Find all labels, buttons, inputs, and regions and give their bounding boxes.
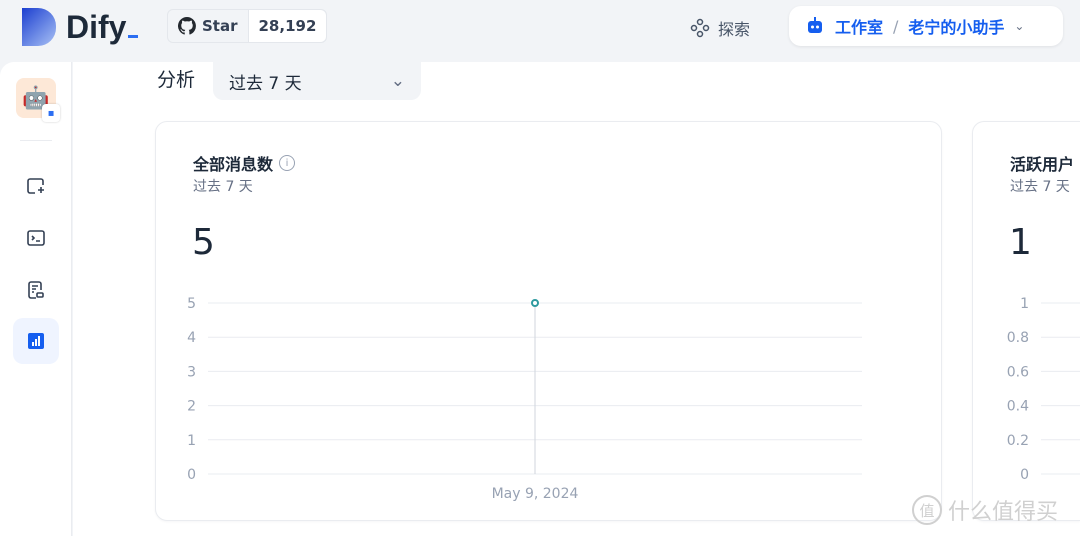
- dify-logo[interactable]: Dify: [22, 8, 139, 46]
- period-value: 过去 7 天: [229, 73, 302, 94]
- workspace-label: 工作室: [835, 18, 884, 37]
- chevron-down-icon: ⌄: [390, 71, 405, 91]
- analysis-label: 分析: [157, 69, 196, 91]
- watermark: 值什么值得买: [912, 494, 1058, 526]
- bar-chart-icon: [28, 333, 44, 349]
- y-tick-label: 2: [187, 399, 196, 415]
- y-tick-label: 0.6: [1007, 364, 1029, 380]
- app-name: 老宁的小助手: [908, 18, 1005, 37]
- star-count: 28,192: [247, 10, 327, 42]
- logo-underscore: [128, 35, 139, 38]
- sparkle-window-icon: [27, 178, 44, 194]
- messages-chart: 0 1 2 3 4 5 May 9, 2024: [187, 296, 862, 502]
- app-avatar[interactable]: 🤖 ▪: [16, 78, 60, 122]
- github-star-button[interactable]: Star 28,192: [167, 9, 328, 43]
- period-select[interactable]: 过去 7 天 ⌄: [213, 62, 421, 100]
- app-switcher[interactable]: 工作室 / 老宁的小助手 ⌄: [789, 6, 1063, 46]
- document-icon: [28, 281, 44, 299]
- sidebar-item-overview[interactable]: [13, 318, 59, 364]
- star-label: Star: [202, 17, 238, 35]
- y-tick-label: 0: [1020, 467, 1029, 483]
- data-point: [531, 299, 539, 307]
- y-tick-label: 4: [187, 330, 196, 346]
- top-header: Dify Star 28,192 探索 工作室 / 老宁的小助手 ⌄: [0, 0, 1080, 62]
- breadcrumb-separator: /: [893, 16, 899, 36]
- y-tick-label: 1: [1020, 296, 1029, 312]
- brand-name: Dify: [66, 8, 127, 45]
- watermark-badge: 值: [912, 495, 942, 525]
- app-sidebar: 🤖 ▪: [0, 62, 72, 536]
- watermark-text: 什么值得买: [948, 500, 1059, 525]
- github-icon: [178, 17, 196, 35]
- y-tick-label: 0: [187, 467, 196, 483]
- y-tick-label: 5: [187, 296, 196, 312]
- chatbot-badge-icon: ▪: [42, 104, 60, 122]
- robot-icon: [808, 17, 822, 33]
- dify-logo-mark: [22, 8, 56, 46]
- main-content: 分析 过去 7 天 ⌄ 全部消息数 i 过去 7 天 5 0 1 2 3 4 5 May 9, …: [73, 62, 1080, 536]
- terminal-icon: [27, 230, 45, 246]
- y-tick-label: 0.8: [1007, 330, 1029, 346]
- y-tick-label: 1: [187, 433, 196, 449]
- sidebar-divider: [20, 140, 52, 141]
- y-tick-label: 0.2: [1007, 433, 1029, 449]
- sidebar-item-orchestrate[interactable]: [13, 163, 59, 209]
- explore-icon: [690, 18, 710, 38]
- x-tick-label: May 9, 2024: [492, 486, 579, 502]
- chevron-down-icon: ⌄: [1014, 19, 1025, 33]
- y-tick-label: 0.4: [1007, 399, 1029, 415]
- y-tick-label: 3: [187, 364, 196, 380]
- sidebar-item-api[interactable]: [13, 215, 59, 261]
- active-users-card: 活跃用户 过去 7 天 1 0 0.2 0.4 0.6 0.8 1: [972, 121, 1080, 521]
- total-messages-card: 全部消息数 i 过去 7 天 5 0 1 2 3 4 5 May 9, 2024: [155, 121, 942, 521]
- active-users-chart: 0 0.2 0.4 0.6 0.8 1: [1007, 296, 1080, 483]
- explore-link[interactable]: 探索: [690, 16, 750, 40]
- explore-label: 探索: [718, 20, 751, 39]
- sidebar-item-logs[interactable]: [13, 267, 59, 313]
